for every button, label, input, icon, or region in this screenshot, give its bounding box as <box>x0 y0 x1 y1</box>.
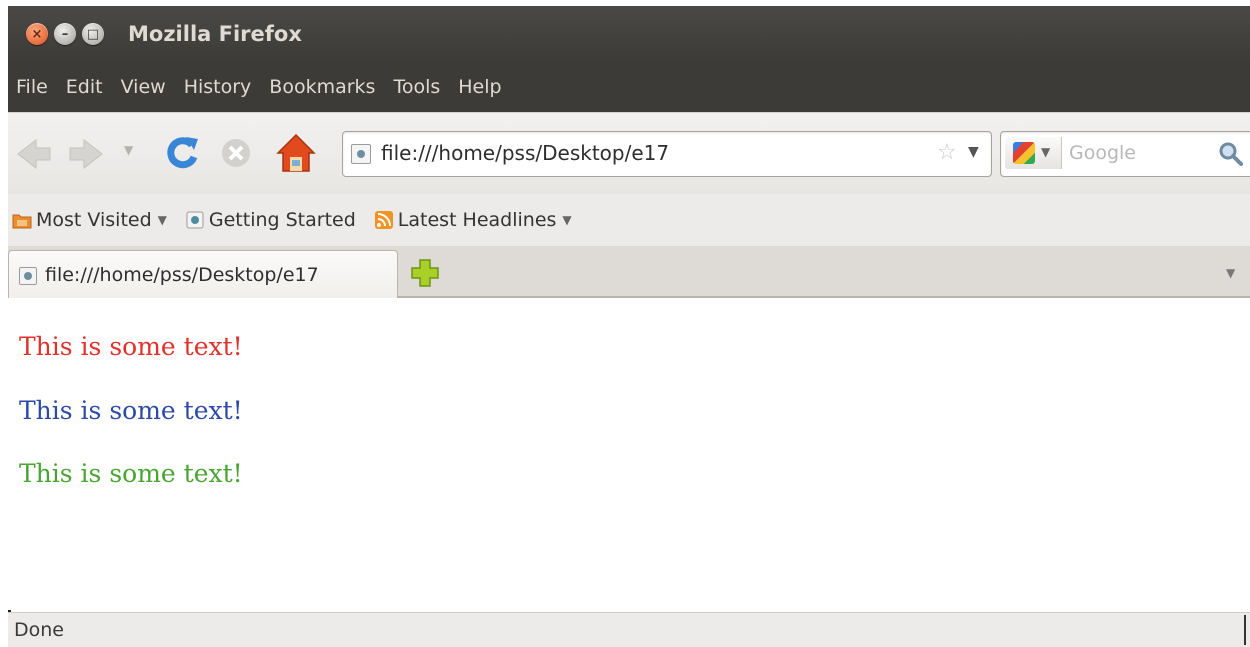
search-input[interactable]: Google <box>1069 142 1136 164</box>
page-content: This is some text! This is some text! Th… <box>8 298 1250 610</box>
url-bar[interactable]: file:///home/pss/Desktop/e17 ☆ ▼ <box>342 131 992 177</box>
window-controls: × – □ <box>26 23 104 45</box>
firefox-window: × – □ Mozilla Firefox File Edit View His… <box>8 6 1250 647</box>
bookmark-label: Most Visited <box>36 209 152 231</box>
chevron-down-icon: ▼ <box>1041 145 1051 159</box>
bookmark-getting-started[interactable]: Getting Started <box>185 209 356 231</box>
reload-icon[interactable] <box>162 133 202 173</box>
tab-title: file:///home/pss/Desktop/e17 <box>45 264 319 286</box>
paragraph-blue: This is some text! <box>19 396 243 425</box>
new-tab-button[interactable] <box>410 258 440 288</box>
navigation-toolbar: ▼ file:///home/pss/Desktop/e17 ☆ ▼ ▼ Goo… <box>8 112 1250 195</box>
history-dropdown-icon[interactable]: ▼ <box>124 143 133 157</box>
tab-active[interactable]: file:///home/pss/Desktop/e17 <box>8 250 398 298</box>
bookmark-label: Getting Started <box>208 209 356 231</box>
menu-tools[interactable]: Tools <box>391 76 442 98</box>
search-icon[interactable] <box>1217 140 1245 168</box>
rss-feed-icon <box>374 211 393 229</box>
menu-edit[interactable]: Edit <box>64 76 105 98</box>
close-window-button[interactable]: × <box>26 23 48 45</box>
menu-file[interactable]: File <box>14 76 50 98</box>
window-title: Mozilla Firefox <box>128 22 302 46</box>
resize-grip[interactable] <box>1244 615 1246 645</box>
bookmark-most-visited[interactable]: Most Visited ▼ <box>12 209 167 231</box>
title-bar[interactable]: × – □ Mozilla Firefox <box>8 6 1250 62</box>
paragraph-green: This is some text! <box>19 459 243 488</box>
page-favicon-icon <box>19 267 37 285</box>
status-bar: Done <box>8 612 1250 647</box>
menu-history[interactable]: History <box>182 76 254 98</box>
google-logo-icon <box>1013 142 1035 164</box>
url-text[interactable]: file:///home/pss/Desktop/e17 <box>381 141 669 165</box>
back-button[interactable] <box>14 135 54 173</box>
chevron-down-icon: ▼ <box>562 213 572 227</box>
paragraph-red: This is some text! <box>19 332 243 361</box>
chevron-down-icon: ▼ <box>157 213 167 227</box>
maximize-window-button[interactable]: □ <box>82 23 104 45</box>
page-icon <box>186 211 204 229</box>
bookmarks-toolbar: Most Visited ▼ Getting Started Latest He… <box>8 194 1250 246</box>
minimize-window-button[interactable]: – <box>54 23 76 45</box>
bookmark-star-icon[interactable]: ☆ <box>937 140 957 165</box>
stop-icon[interactable] <box>218 135 254 171</box>
forward-button[interactable] <box>66 135 106 173</box>
search-engine-button[interactable]: ▼ <box>1005 137 1062 169</box>
folder-icon <box>12 214 32 229</box>
status-text: Done <box>14 619 64 641</box>
menu-bookmarks[interactable]: Bookmarks <box>267 76 377 98</box>
menu-view[interactable]: View <box>119 76 168 98</box>
search-bar[interactable]: ▼ Google <box>1000 131 1250 177</box>
page-favicon-icon <box>351 144 371 164</box>
tab-bar: file:///home/pss/Desktop/e17 ▼ <box>8 246 1250 298</box>
url-history-dropdown-icon[interactable]: ▼ <box>968 144 979 160</box>
list-all-tabs-icon[interactable]: ▼ <box>1226 266 1235 280</box>
menu-bar: File Edit View History Bookmarks Tools H… <box>8 62 1250 112</box>
bookmark-label: Latest Headlines <box>397 209 557 231</box>
home-icon[interactable] <box>274 131 318 175</box>
bookmark-latest-headlines[interactable]: Latest Headlines ▼ <box>374 209 572 231</box>
menu-help[interactable]: Help <box>456 76 503 98</box>
